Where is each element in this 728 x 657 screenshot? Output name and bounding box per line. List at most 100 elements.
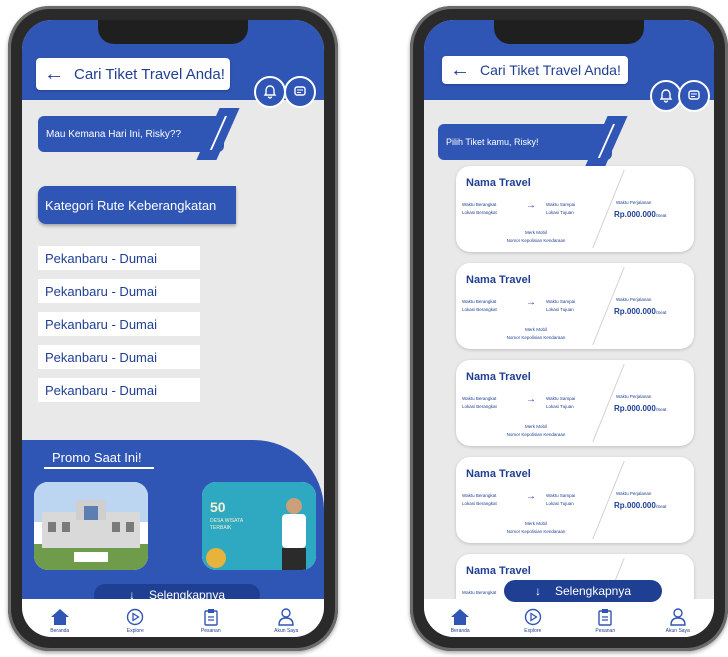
back-arrow-icon[interactable]: ← <box>450 60 470 80</box>
price-value: Rp.000.000 <box>614 210 656 219</box>
arrow-right-icon: → <box>526 394 536 405</box>
car-brand: Merk Mobil <box>524 424 547 429</box>
notch <box>98 20 248 44</box>
travel-name: Nama Travel <box>466 565 531 577</box>
promo-title: Promo Saat Ini! <box>44 450 154 469</box>
ticket-price: Rp.000.000/Seat <box>614 404 666 413</box>
route-item[interactable]: Pekanbaru - Dumai <box>38 279 200 303</box>
tab-beranda[interactable]: Beranda <box>430 607 490 634</box>
category-title: Kategori Rute Keberangkatan <box>38 186 236 224</box>
plate-number: Nomor Kepolisian Kendaraan <box>506 432 566 437</box>
route-item[interactable]: Pekanbaru - Dumai <box>38 246 200 270</box>
plate-number: Nomor Kepolisian Kendaraan <box>506 238 566 243</box>
car-brand: Merk Mobil <box>524 521 547 526</box>
tab-explore[interactable]: Explore <box>503 607 563 634</box>
tab-akun[interactable]: Akun Saya <box>648 607 708 634</box>
arrive-location: Lokasi Tujuan <box>546 210 574 215</box>
home-icon <box>50 607 70 627</box>
clipboard-icon <box>597 607 613 627</box>
svg-text:TERBAIK: TERBAIK <box>210 525 232 531</box>
screen-left: ← Cari Tiket Travel Anda! Mau Kemana Har… <box>22 20 324 637</box>
depart-time: Waktu Berangkat <box>462 493 497 498</box>
arrive-time: Waktu Sampai <box>546 493 576 498</box>
travel-name: Nama Travel <box>466 177 531 189</box>
travel-name: Nama Travel <box>466 274 531 286</box>
search-header[interactable]: ← Cari Tiket Travel Anda! <box>442 56 628 84</box>
travel-name: Nama Travel <box>466 371 531 383</box>
tab-explore[interactable]: Explore <box>105 607 165 634</box>
svg-text:50: 50 <box>210 499 226 515</box>
ticket-card[interactable]: Nama Travel Waktu Berangkat Lokasi Beran… <box>456 166 694 252</box>
per-seat-label: /Seat <box>655 213 667 218</box>
bell-icon[interactable] <box>254 76 286 108</box>
depart-location: Lokasi Berangkat <box>462 210 497 215</box>
chat-icon[interactable] <box>678 80 710 112</box>
tab-label: Akun Saya <box>665 628 690 634</box>
trip-duration: Waktu Perjalanan <box>616 200 652 205</box>
arrow-down-icon: ↓ <box>534 584 541 598</box>
price-value: Rp.000.000 <box>614 404 656 413</box>
depart-location: Lokasi Berangkat <box>462 404 497 409</box>
banner-slash <box>584 116 628 168</box>
trip-duration: Waktu Perjalanan <box>616 297 652 302</box>
plate-number: Nomor Kepolisian Kendaraan <box>506 335 566 340</box>
tab-akun[interactable]: Akun Saya <box>256 607 316 634</box>
arrive-location: Lokasi Tujuan <box>546 501 574 506</box>
search-header[interactable]: ← Cari Tiket Travel Anda! <box>36 58 230 90</box>
per-seat-label: /Seat <box>655 310 667 315</box>
svg-text:DESA WISATA: DESA WISATA <box>210 518 244 524</box>
tab-pesanan[interactable]: Pesanan <box>575 607 635 634</box>
trip-duration: Waktu Perjalanan <box>616 394 652 399</box>
tab-beranda[interactable]: Beranda <box>30 607 90 634</box>
route-item[interactable]: Pekanbaru - Dumai <box>38 378 200 402</box>
promo-image-tourism[interactable]: 50 DESA WISATA TERBAIK <box>202 482 316 570</box>
ticket-card[interactable]: Nama Travel Waktu Berangkat Lokasi Beran… <box>456 457 694 543</box>
clipboard-icon <box>203 607 219 627</box>
header-title: Cari Tiket Travel Anda! <box>480 62 621 78</box>
greeting-text: Pilih Tiket kamu, Risky! <box>446 137 539 147</box>
user-icon <box>670 607 686 627</box>
chat-icon[interactable] <box>284 76 316 108</box>
notch <box>494 20 644 44</box>
ticket-card[interactable]: Nama Travel Waktu Berangkat Lokasi Beran… <box>456 263 694 349</box>
play-icon <box>126 607 144 627</box>
see-more-button[interactable]: ↓ Selengkapnya <box>504 580 662 602</box>
route-label: Pekanbaru - Dumai <box>45 382 157 398</box>
arrive-location: Lokasi Tujuan <box>546 404 574 409</box>
car-brand: Merk Mobil <box>524 230 547 235</box>
arrive-time: Waktu Sampai <box>546 299 576 304</box>
arrow-right-icon: → <box>526 491 536 502</box>
route-label: Pekanbaru - Dumai <box>45 283 157 299</box>
trip-duration: Waktu Perjalanan <box>616 491 652 496</box>
car-brand: Merk Mobil <box>524 327 547 332</box>
phone-frame-left: ← Cari Tiket Travel Anda! Mau Kemana Har… <box>8 6 338 651</box>
ticket-card[interactable]: Nama Travel Waktu Berangkat Lokasi Beran… <box>456 360 694 446</box>
banner-slash <box>196 108 240 160</box>
promo-image-building[interactable] <box>34 482 148 570</box>
tab-label: Pesanan <box>200 628 221 634</box>
depart-time: Waktu Berangkat <box>462 299 497 304</box>
tab-label: Explore <box>126 628 144 634</box>
bottom-tab-bar: Beranda Explore Pesanan Akun Saya <box>424 599 714 637</box>
route-item[interactable]: Pekanbaru - Dumai <box>38 345 200 369</box>
phone-frame-right: ← Cari Tiket Travel Anda! Pilih Tiket ka… <box>410 6 728 651</box>
depart-location: Lokasi Berangkat <box>462 307 497 312</box>
arrive-time: Waktu Sampai <box>546 202 576 207</box>
ticket-price: Rp.000.000/Seat <box>614 501 666 510</box>
tab-label: Pesanan <box>595 628 616 634</box>
depart-time: Waktu Berangkat <box>462 396 497 401</box>
ticket-price: Rp.000.000/Seat <box>614 210 666 219</box>
card-divider <box>592 170 625 248</box>
greeting-banner: Pilih Tiket kamu, Risky! <box>438 116 628 168</box>
depart-time: Waktu Berangkat <box>462 202 497 207</box>
tab-pesanan[interactable]: Pesanan <box>181 607 241 634</box>
play-icon <box>524 607 542 627</box>
ticket-price: Rp.000.000/Seat <box>614 307 666 316</box>
greeting-banner: Mau Kemana Hari Ini, Risky?? <box>38 108 240 160</box>
travel-name: Nama Travel <box>466 468 531 480</box>
arrive-location: Lokasi Tujuan <box>546 307 574 312</box>
route-item[interactable]: Pekanbaru - Dumai <box>38 312 200 336</box>
header-title: Cari Tiket Travel Anda! <box>74 65 225 83</box>
back-arrow-icon[interactable]: ← <box>44 64 64 84</box>
see-more-label: Selengkapnya <box>554 584 632 598</box>
